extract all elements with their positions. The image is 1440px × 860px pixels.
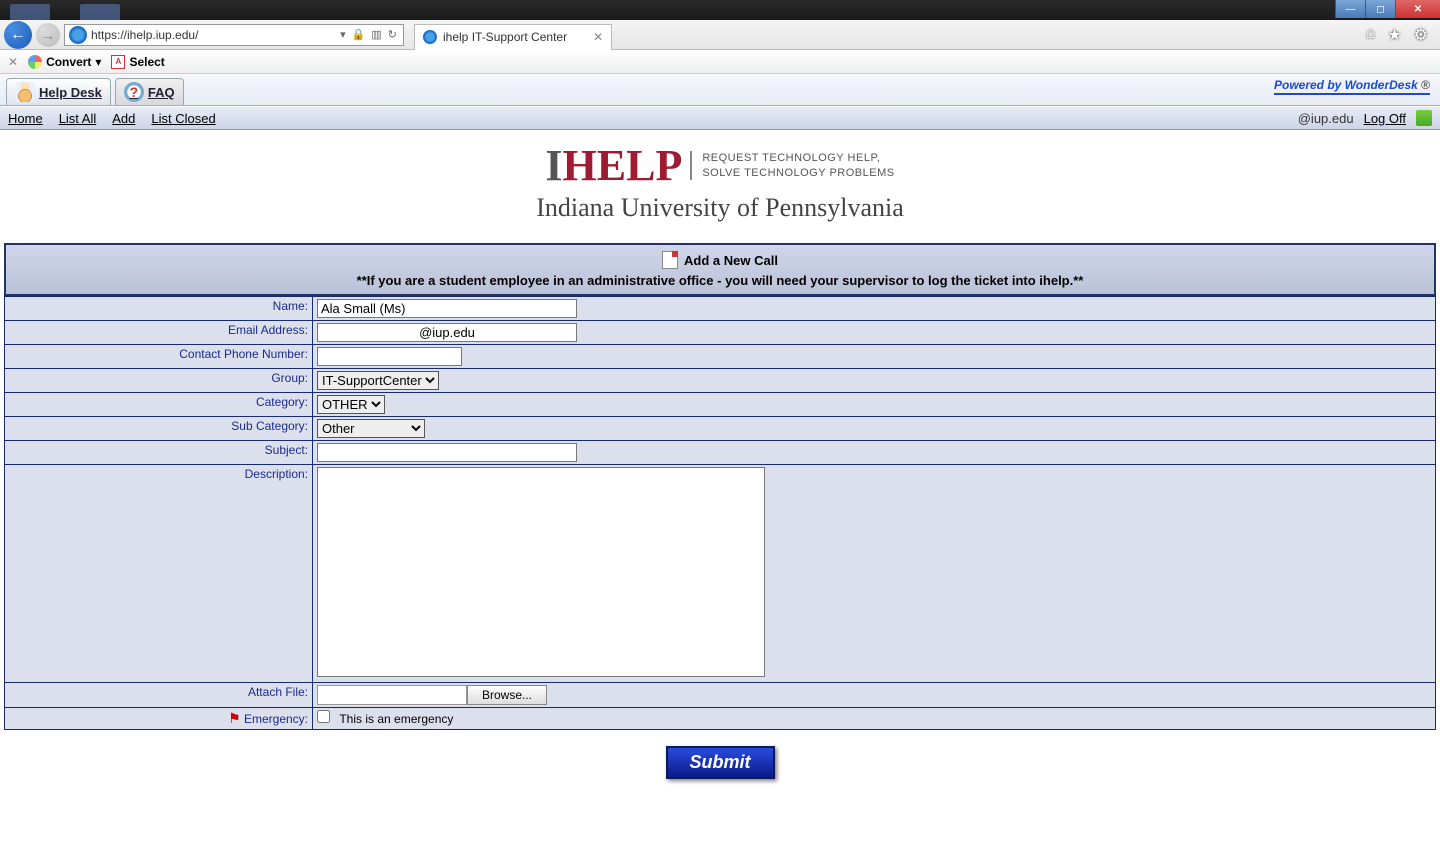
faq-icon: ?	[124, 82, 144, 102]
label-description: Description:	[5, 465, 313, 683]
nav-back-button[interactable]: ←	[4, 21, 32, 49]
document-icon	[662, 251, 678, 269]
form-note: **If you are a student employee in an ad…	[12, 273, 1428, 288]
label-attach: Attach File:	[5, 683, 313, 708]
ie-icon	[69, 26, 87, 44]
form-table: Name: Email Address: Contact Phone Numbe…	[4, 296, 1436, 730]
tab-title: ihelp IT-Support Center	[443, 30, 567, 44]
browser-tab[interactable]: ihelp IT-Support Center ✕	[414, 24, 612, 50]
pdf-icon: A	[111, 55, 125, 69]
compat-icon[interactable]: ▥	[369, 28, 383, 41]
form-container: Add a New Call **If you are a student em…	[4, 243, 1436, 795]
dropdown-icon[interactable]: ▾	[338, 28, 348, 41]
page-content: Help Desk ? FAQ Powered by WonderDesk ® …	[0, 74, 1440, 860]
category-select[interactable]: OTHER	[317, 395, 385, 414]
nav-forward-button[interactable]: →	[36, 23, 60, 47]
pdf-toolbar: ✕ Convert ▾ A Select	[0, 50, 1440, 74]
browse-button[interactable]: Browse...	[467, 685, 547, 705]
logoff-icon[interactable]	[1416, 110, 1432, 126]
nav-home[interactable]: Home	[8, 111, 43, 126]
select-button[interactable]: A Select	[111, 55, 164, 69]
refresh-icon[interactable]: ↻	[386, 28, 399, 41]
tab-helpdesk[interactable]: Help Desk	[6, 78, 111, 105]
emergency-text: This is an emergency	[339, 712, 453, 726]
phone-field[interactable]	[317, 347, 462, 366]
label-emergency: ⚑ Emergency:	[5, 708, 313, 730]
tagline: REQUEST TECHNOLOGY HELP, SOLVE TECHNOLOG…	[690, 151, 894, 180]
logo-area: IHELP REQUEST TECHNOLOGY HELP, SOLVE TEC…	[0, 130, 1440, 243]
url-text: https://ihelp.iup.edu/	[91, 28, 198, 42]
browser-navbar: ← → https://ihelp.iup.edu/ ▾ 🔒 ▥ ↻ ihelp…	[0, 20, 1440, 50]
lock-icon: 🔒	[350, 28, 368, 41]
tab-faq[interactable]: ? FAQ	[115, 78, 184, 105]
window-close-button[interactable]: ✕	[1395, 0, 1440, 18]
convert-icon	[28, 55, 42, 69]
form-title: Add a New Call	[684, 253, 778, 268]
address-bar[interactable]: https://ihelp.iup.edu/ ▾ 🔒 ▥ ↻	[64, 24, 404, 46]
user-domain: @iup.edu	[1298, 111, 1354, 126]
file-path-display	[317, 685, 467, 705]
helpdesk-icon	[15, 82, 35, 102]
university-name: Indiana University of Pennsylvania	[0, 193, 1440, 223]
convert-button[interactable]: Convert ▾	[28, 55, 101, 69]
name-field[interactable]	[317, 299, 577, 318]
window-titlebar: — ◻ ✕	[0, 0, 1440, 20]
subject-field[interactable]	[317, 443, 577, 462]
favorites-icon[interactable]: ★	[1387, 25, 1401, 45]
ihelp-logo: IHELP	[545, 140, 682, 191]
submit-button[interactable]: Submit	[666, 746, 775, 779]
label-email: Email Address:	[5, 321, 313, 345]
label-subject: Subject:	[5, 441, 313, 465]
flag-icon: ⚑	[228, 710, 241, 726]
toolbar-close-icon[interactable]: ✕	[8, 55, 18, 69]
label-phone: Contact Phone Number:	[5, 345, 313, 369]
chevron-down-icon: ▾	[95, 55, 101, 69]
nav-logoff[interactable]: Log Off	[1364, 111, 1406, 126]
tab-close-icon[interactable]: ✕	[593, 30, 603, 44]
label-group: Group:	[5, 369, 313, 393]
app-tab-bar: Help Desk ? FAQ Powered by WonderDesk ®	[0, 74, 1440, 106]
label-category: Category:	[5, 393, 313, 417]
ie-icon	[423, 30, 437, 44]
description-field[interactable]	[317, 467, 765, 677]
powered-by-link[interactable]: Powered by WonderDesk ®	[1274, 78, 1430, 95]
taskbar-app-icon	[10, 4, 50, 20]
label-name: Name:	[5, 297, 313, 321]
subnav-bar: Home List All Add List Closed @iup.edu L…	[0, 106, 1440, 130]
nav-list-closed[interactable]: List Closed	[151, 111, 215, 126]
nav-add[interactable]: Add	[112, 111, 135, 126]
window-maximize-button[interactable]: ◻	[1365, 0, 1395, 18]
label-subcategory: Sub Category:	[5, 417, 313, 441]
group-select[interactable]: IT-SupportCenter	[317, 371, 439, 390]
emergency-checkbox[interactable]	[317, 710, 330, 723]
window-minimize-button[interactable]: —	[1335, 0, 1365, 18]
email-field[interactable]	[317, 323, 577, 342]
nav-list-all[interactable]: List All	[59, 111, 97, 126]
taskbar-app-icon	[80, 4, 120, 20]
subcategory-select[interactable]: Other	[317, 419, 425, 438]
form-header: Add a New Call **If you are a student em…	[4, 243, 1436, 296]
tools-icon[interactable]: ⚙	[1414, 25, 1428, 45]
home-icon[interactable]: ⌂	[1366, 25, 1376, 45]
